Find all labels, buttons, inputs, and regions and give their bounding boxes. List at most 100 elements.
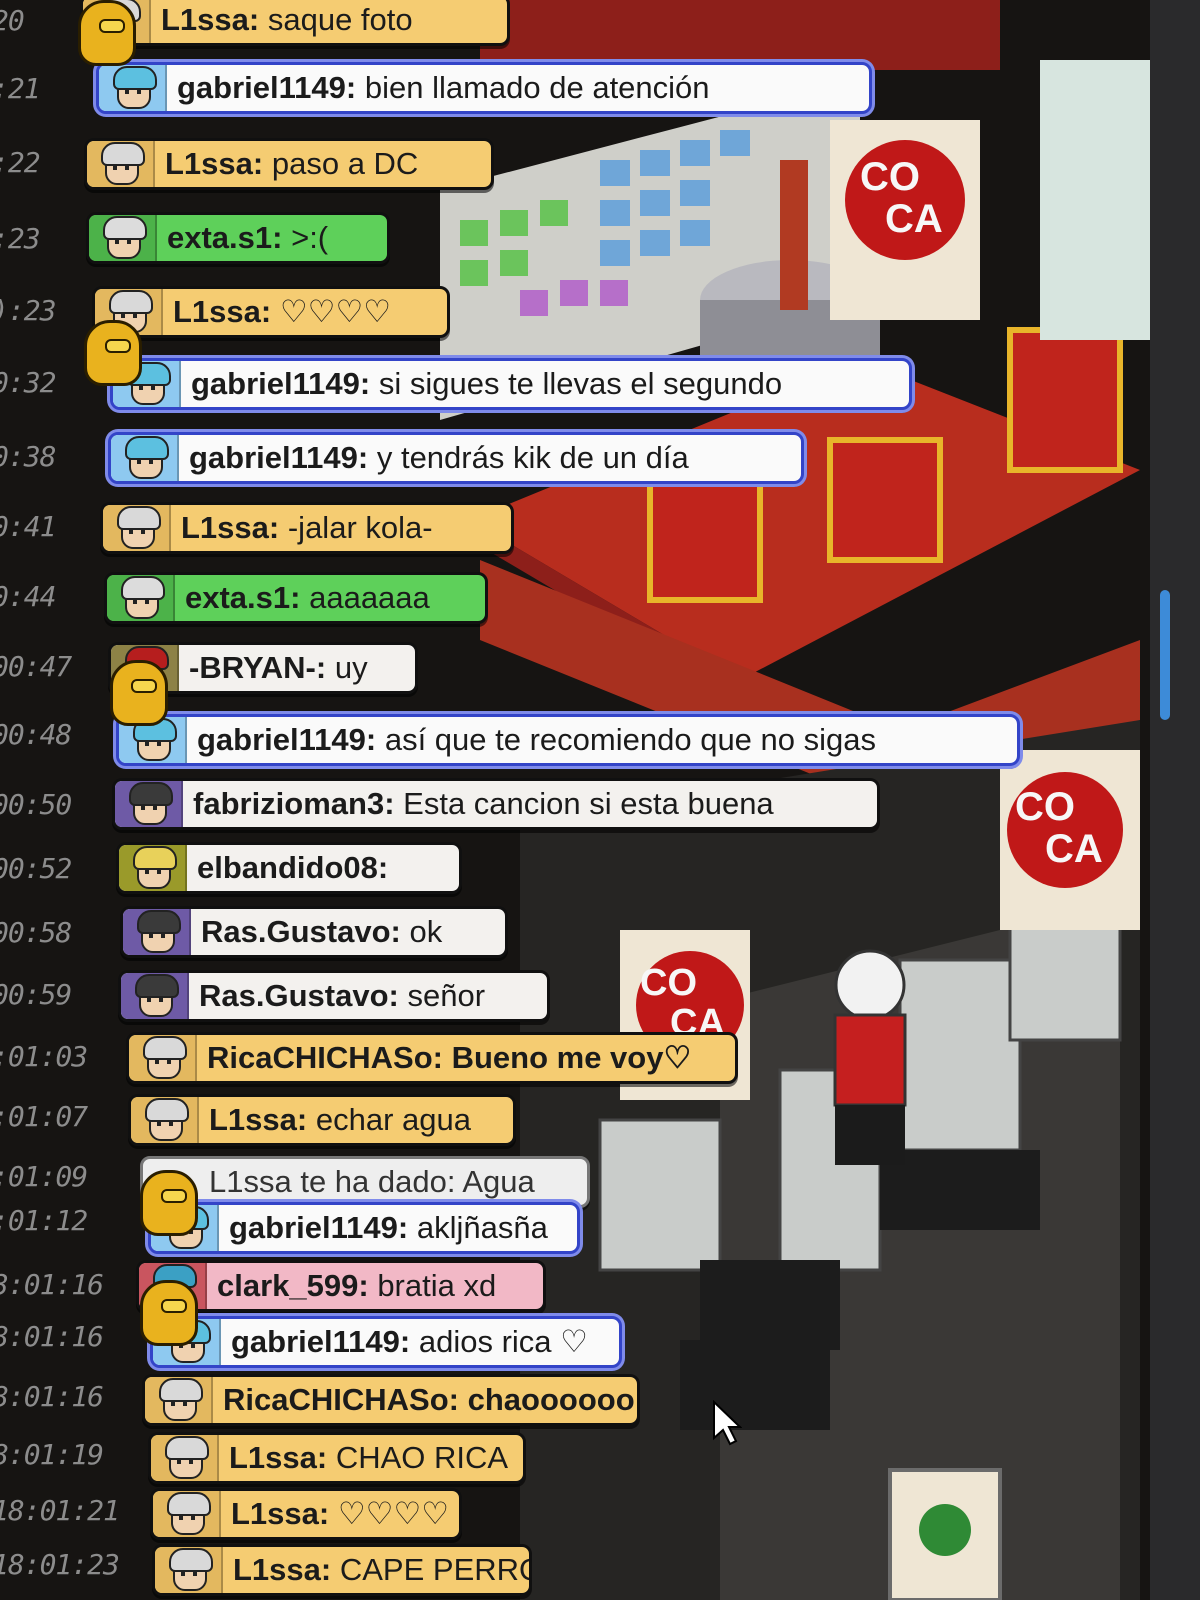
system-message-bubble[interactable]: L1ssa te ha dado: Agua: [140, 1156, 590, 1208]
chat-message-body: así que te recomiendo que no sigas: [384, 722, 876, 757]
chat-message-text: exta.s1: >:(: [157, 215, 342, 261]
chat-message-text: Ras.Gustavo: señor: [189, 973, 499, 1019]
chat-message-body: chaoooooo: [467, 1382, 635, 1417]
chat-message-text: L1ssa: echar agua: [199, 1097, 485, 1143]
chat-message-body: bien llamado de atención: [364, 70, 710, 105]
chat-username[interactable]: L1ssa:: [229, 1440, 327, 1475]
chat-message-text: gabriel1149: adios rica ♡: [221, 1319, 602, 1365]
user-avatar-icon[interactable]: [153, 1491, 221, 1537]
chat-message-body: Bueno me voy♡: [451, 1040, 692, 1075]
user-avatar-icon[interactable]: [123, 909, 191, 955]
chat-message-text: RicaCHICHASo: chaoooooo: [213, 1377, 637, 1423]
chat-bubble[interactable]: RicaCHICHASo: chaoooooo: [142, 1374, 640, 1426]
chat-message-text: L1ssa te ha dado: Agua: [199, 1159, 549, 1205]
chat-bubble[interactable]: Ras.Gustavo: ok: [120, 906, 508, 958]
chat-message-body: ♡♡♡♡: [337, 1496, 450, 1531]
chat-bubble[interactable]: gabriel1149: akljñasña: [148, 1202, 580, 1254]
user-avatar-icon[interactable]: [119, 845, 187, 891]
chat-message-body: L1ssa te ha dado: Agua: [209, 1164, 535, 1199]
chat-bubble[interactable]: gabriel1149: así que te recomiendo que n…: [116, 714, 1020, 766]
chat-bubble[interactable]: L1ssa: echar agua: [128, 1094, 516, 1146]
chat-message-body: -jalar kola-: [287, 510, 433, 545]
chat-username[interactable]: exta.s1:: [167, 220, 282, 255]
chat-bubble[interactable]: Ras.Gustavo: señor: [118, 970, 550, 1022]
user-avatar-icon[interactable]: [129, 1035, 197, 1081]
chat-message-text: L1ssa: saque foto: [151, 0, 427, 43]
chat-username[interactable]: gabriel1149:: [191, 366, 370, 401]
user-avatar-icon[interactable]: [145, 1377, 213, 1423]
user-avatar-icon[interactable]: [111, 435, 179, 481]
user-avatar-icon[interactable]: [151, 1435, 219, 1481]
chat-username[interactable]: gabriel1149:: [197, 722, 376, 757]
user-avatar-icon[interactable]: [87, 141, 155, 187]
chat-username[interactable]: gabriel1149:: [189, 440, 368, 475]
chat-message-body: saque foto: [267, 2, 413, 37]
chat-bubble[interactable]: L1ssa: CHAO RICA: [148, 1432, 526, 1484]
chat-username[interactable]: L1ssa:: [181, 510, 279, 545]
chat-username[interactable]: L1ssa:: [165, 146, 263, 181]
chat-message-body: uy: [334, 650, 368, 685]
chat-message-text: L1ssa: CAPE PERRO: [223, 1547, 529, 1593]
user-avatar-icon[interactable]: [131, 1097, 199, 1143]
chat-username[interactable]: gabriel1149:: [229, 1210, 408, 1245]
chat-bubble[interactable]: gabriel1149: si sigues te llevas el segu…: [110, 358, 912, 410]
duck-mascot-icon: [140, 1280, 198, 1346]
chat-bubble[interactable]: fabrizioman3: Esta cancion si esta buena: [112, 778, 880, 830]
user-avatar-icon[interactable]: [155, 1547, 223, 1593]
chat-username[interactable]: RicaCHICHASo:: [223, 1382, 459, 1417]
user-avatar-icon[interactable]: [121, 973, 189, 1019]
chat-username[interactable]: exta.s1:: [185, 580, 300, 615]
chat-message-body: akljñasña: [416, 1210, 548, 1245]
chat-message-text: gabriel1149: bien llamado de atención: [167, 65, 724, 111]
chat-bubble[interactable]: L1ssa: CAPE PERRO: [152, 1544, 532, 1596]
chat-scrollbar-thumb[interactable]: [1160, 590, 1170, 720]
chat-bubble[interactable]: gabriel1149: y tendrás kik de un día: [108, 432, 804, 484]
duck-mascot-icon: [140, 1170, 198, 1236]
chat-username[interactable]: L1ssa:: [173, 294, 271, 329]
chat-username[interactable]: gabriel1149:: [231, 1324, 410, 1359]
chat-username[interactable]: L1ssa:: [209, 1102, 307, 1137]
chat-username[interactable]: elbandido08:: [197, 850, 388, 885]
chat-username[interactable]: RicaCHICHASo:: [207, 1040, 443, 1075]
chat-message-text: gabriel1149: y tendrás kik de un día: [179, 435, 703, 481]
user-avatar-icon[interactable]: [115, 781, 183, 827]
chat-username[interactable]: L1ssa:: [233, 1552, 331, 1587]
chat-username[interactable]: fabrizioman3:: [193, 786, 395, 821]
chat-bubble[interactable]: L1ssa: paso a DC: [84, 138, 494, 190]
chat-bubble[interactable]: RicaCHICHASo: Bueno me voy♡: [126, 1032, 738, 1084]
user-avatar-icon[interactable]: [103, 505, 171, 551]
chat-message-body: bratia xd: [377, 1268, 497, 1303]
chat-bubble[interactable]: exta.s1: aaaaaaa: [104, 572, 488, 624]
chat-message-text: exta.s1: aaaaaaa: [175, 575, 444, 621]
chat-username[interactable]: gabriel1149:: [177, 70, 356, 105]
user-avatar-icon[interactable]: [89, 215, 157, 261]
chat-message-body: y tendrás kik de un día: [376, 440, 689, 475]
chat-message-text: gabriel1149: akljñasña: [219, 1205, 562, 1251]
chat-bubble[interactable]: L1ssa: saque foto: [80, 0, 510, 46]
chat-message-text: fabrizioman3: Esta cancion si esta buena: [183, 781, 788, 827]
chat-bubble[interactable]: exta.s1: >:(: [86, 212, 390, 264]
user-avatar-icon[interactable]: [99, 65, 167, 111]
chat-bubble[interactable]: L1ssa: ♡♡♡♡: [92, 286, 450, 338]
chat-username[interactable]: clark_599:: [217, 1268, 369, 1303]
chat-message-text: gabriel1149: si sigues te llevas el segu…: [181, 361, 796, 407]
chat-username[interactable]: Ras.Gustavo:: [201, 914, 401, 949]
duck-mascot-icon: [78, 0, 136, 66]
duck-mascot-icon: [110, 660, 168, 726]
user-avatar-icon[interactable]: [107, 575, 175, 621]
chat-message-body: si sigues te llevas el segundo: [378, 366, 783, 401]
chat-username[interactable]: -BRYAN-:: [189, 650, 326, 685]
chat-username[interactable]: Ras.Gustavo:: [199, 978, 399, 1013]
chat-message-text: Ras.Gustavo: ok: [191, 909, 456, 955]
chat-bubble[interactable]: L1ssa: ♡♡♡♡: [150, 1488, 462, 1540]
duck-mascot-icon: [84, 320, 142, 386]
chat-bubble[interactable]: gabriel1149: bien llamado de atención: [96, 62, 872, 114]
chat-message-body: paso a DC: [271, 146, 419, 181]
chat-username[interactable]: L1ssa:: [231, 1496, 329, 1531]
chat-bubble[interactable]: L1ssa: -jalar kola-: [100, 502, 514, 554]
chat-bubble[interactable]: gabriel1149: adios rica ♡: [150, 1316, 622, 1368]
chat-message-text: L1ssa: paso a DC: [155, 141, 432, 187]
chat-message-text: L1ssa: CHAO RICA: [219, 1435, 522, 1481]
chat-username[interactable]: L1ssa:: [161, 2, 259, 37]
chat-bubble[interactable]: elbandido08:: [116, 842, 462, 894]
